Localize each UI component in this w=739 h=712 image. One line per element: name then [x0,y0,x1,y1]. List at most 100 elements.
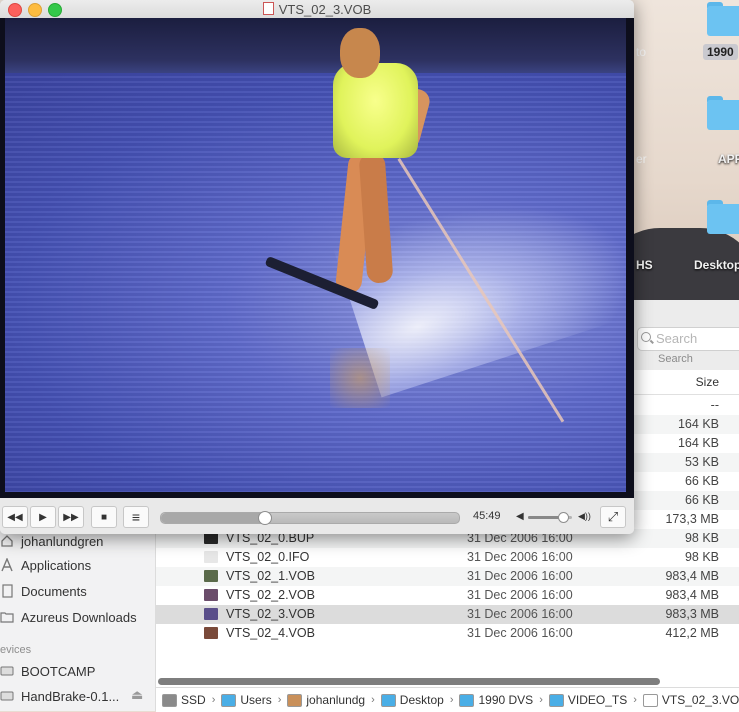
path-segment[interactable]: 1990 DVS [459,693,533,707]
fast-forward-icon: ▶▶ [63,511,79,523]
volume-low-icon: ◀ [516,511,524,522]
search-icon [641,332,651,342]
chevron-right-icon: › [539,694,543,706]
disk-icon [0,666,14,676]
sidebar-item-label: HandBrake-0.1... [21,688,120,704]
path-bar: SSD › Users › johanlundg › Desktop › 1990 DVS › VI… [156,687,739,712]
file-name: VTS_02_2.VOB [226,588,315,602]
time-display: 45:49 [473,510,501,522]
table-row[interactable]: VTS_02_3.VOB 31 Dec 2006 16:00 983,3 MB [156,605,739,624]
file-size: 98 KB [684,550,719,564]
sidebar-item-documents[interactable]: Documents [0,581,87,601]
eject-icon[interactable]: ⏏ [131,687,143,703]
document-icon [262,2,274,15]
file-date: 31 Dec 2006 16:00 [467,626,573,640]
chevron-right-icon: › [371,694,375,706]
path-segment-label: johanlundg [306,693,366,707]
desktop-item-app[interactable]: APP [718,152,739,166]
search-caption: Search [658,353,693,365]
path-segment-label: Desktop [399,693,444,707]
sidebar-item-home[interactable]: johanlundgren [0,531,103,551]
playlist-button[interactable]: ≡ [123,506,149,528]
rewind-button[interactable]: ◀◀ [2,506,28,528]
path-segment[interactable]: Desktop [380,693,444,707]
file-thumbnail-icon [204,608,218,620]
desktop-item-label[interactable]: HS [636,258,653,272]
path-segment-label: SSD [181,693,206,707]
desktop-item-1990[interactable]: 1990 [703,44,738,60]
table-row[interactable]: VTS_02_4.VOB 31 Dec 2006 16:00 412,2 MB [156,624,739,643]
player-controls: ◀◀ ▶ ▶▶ ■ ≡ 45:49 ◀ ◀)) ⤢ [0,498,634,534]
path-segment-label: VIDEO_TS [567,693,628,707]
sidebar-item-applications[interactable]: Applications [0,555,91,575]
path-segment[interactable]: Users [221,693,272,707]
video-skier-head [340,28,380,78]
file-name: VTS_02_4.VOB [226,626,315,640]
title-bar[interactable]: VTS_02_3.VOB [0,0,634,19]
video-border [0,18,5,498]
sidebar-section-devices: evices [0,644,32,656]
table-row[interactable]: VTS_02_0.IFO 31 Dec 2006 16:00 98 KB [156,548,739,567]
sidebar-item-label: johanlundgren [21,533,104,549]
file-thumbnail-icon [204,589,218,601]
video-frame[interactable] [0,18,634,498]
file-size: 164 KB [677,417,719,431]
file-date: 31 Dec 2006 16:00 [467,588,573,602]
volume-handle[interactable] [558,512,570,523]
documents-icon [2,584,13,598]
path-segment[interactable]: VIDEO_TS [548,693,628,707]
horizontal-scrollbar[interactable] [158,678,660,685]
volume-slider[interactable] [528,512,572,523]
video-player-window: VTS_02_3.VOB ◀◀ ▶ ▶▶ ■ ≡ 45:49 ◀ ◀)) ⤢ [0,0,634,534]
search-field[interactable]: Search [637,327,739,351]
video-border [626,18,634,498]
table-row[interactable]: VTS_02_1.VOB 31 Dec 2006 16:00 983,4 MB [156,567,739,586]
fast-forward-button[interactable]: ▶▶ [58,506,84,528]
path-segment[interactable]: SSD [162,693,206,707]
file-size: 173,3 MB [665,512,719,526]
desktop-item-label[interactable]: to [636,45,646,59]
path-segment[interactable]: johanlundg [287,693,365,707]
sidebar-item-azureus-downloads[interactable]: Azureus Downloads [0,607,137,627]
file-size: 66 KB [684,474,719,488]
seek-bar[interactable] [160,511,460,525]
disk-icon [0,691,14,701]
folder-icon[interactable] [707,200,739,234]
stop-button[interactable]: ■ [91,506,117,528]
file-size: -- [710,398,719,412]
folder-icon[interactable] [707,2,739,36]
file-size: 412,2 MB [665,626,719,640]
volume-high-icon: ◀)) [578,511,591,521]
seek-handle[interactable] [257,511,272,525]
sidebar-item-handbrake[interactable]: HandBrake-0.1... ⏏ [0,686,150,706]
home-icon [1,535,13,547]
play-button[interactable]: ▶ [30,506,56,528]
desktop-item-desktop[interactable]: Desktop [694,258,739,272]
file-date: 31 Dec 2006 16:00 [467,550,573,564]
desktop-item-label[interactable]: er [636,152,647,166]
applications-icon [1,558,13,572]
video-skier-vest [333,63,418,158]
file-size: 66 KB [684,493,719,507]
window-title-text: VTS_02_3.VOB [278,2,372,17]
file-thumbnail-icon [204,551,218,563]
path-segment[interactable]: VTS_02_3.VOB [642,693,739,707]
folder-icon [380,693,396,707]
file-date: 31 Dec 2006 16:00 [467,607,573,621]
file-size: 164 KB [677,436,719,450]
folder-icon[interactable] [707,96,739,130]
seek-bar-fill [161,513,264,523]
search-placeholder: Search [656,331,698,346]
sidebar-item-bootcamp[interactable]: BOOTCAMP [0,661,95,681]
file-name: VTS_02_1.VOB [226,569,315,583]
sidebar-item-label: BOOTCAMP [21,663,96,679]
file-date: 31 Dec 2006 16:00 [467,569,573,583]
path-segment-label: Users [240,693,272,707]
chevron-right-icon: › [211,694,216,706]
table-row[interactable]: VTS_02_2.VOB 31 Dec 2006 16:00 983,4 MB [156,586,739,605]
sidebar-item-label: Azureus Downloads [21,609,137,625]
path-segment-label: 1990 DVS [478,693,534,707]
folder-icon [221,693,237,707]
fullscreen-button[interactable]: ⤢ [600,506,626,528]
column-header-size[interactable]: Size [696,375,719,389]
